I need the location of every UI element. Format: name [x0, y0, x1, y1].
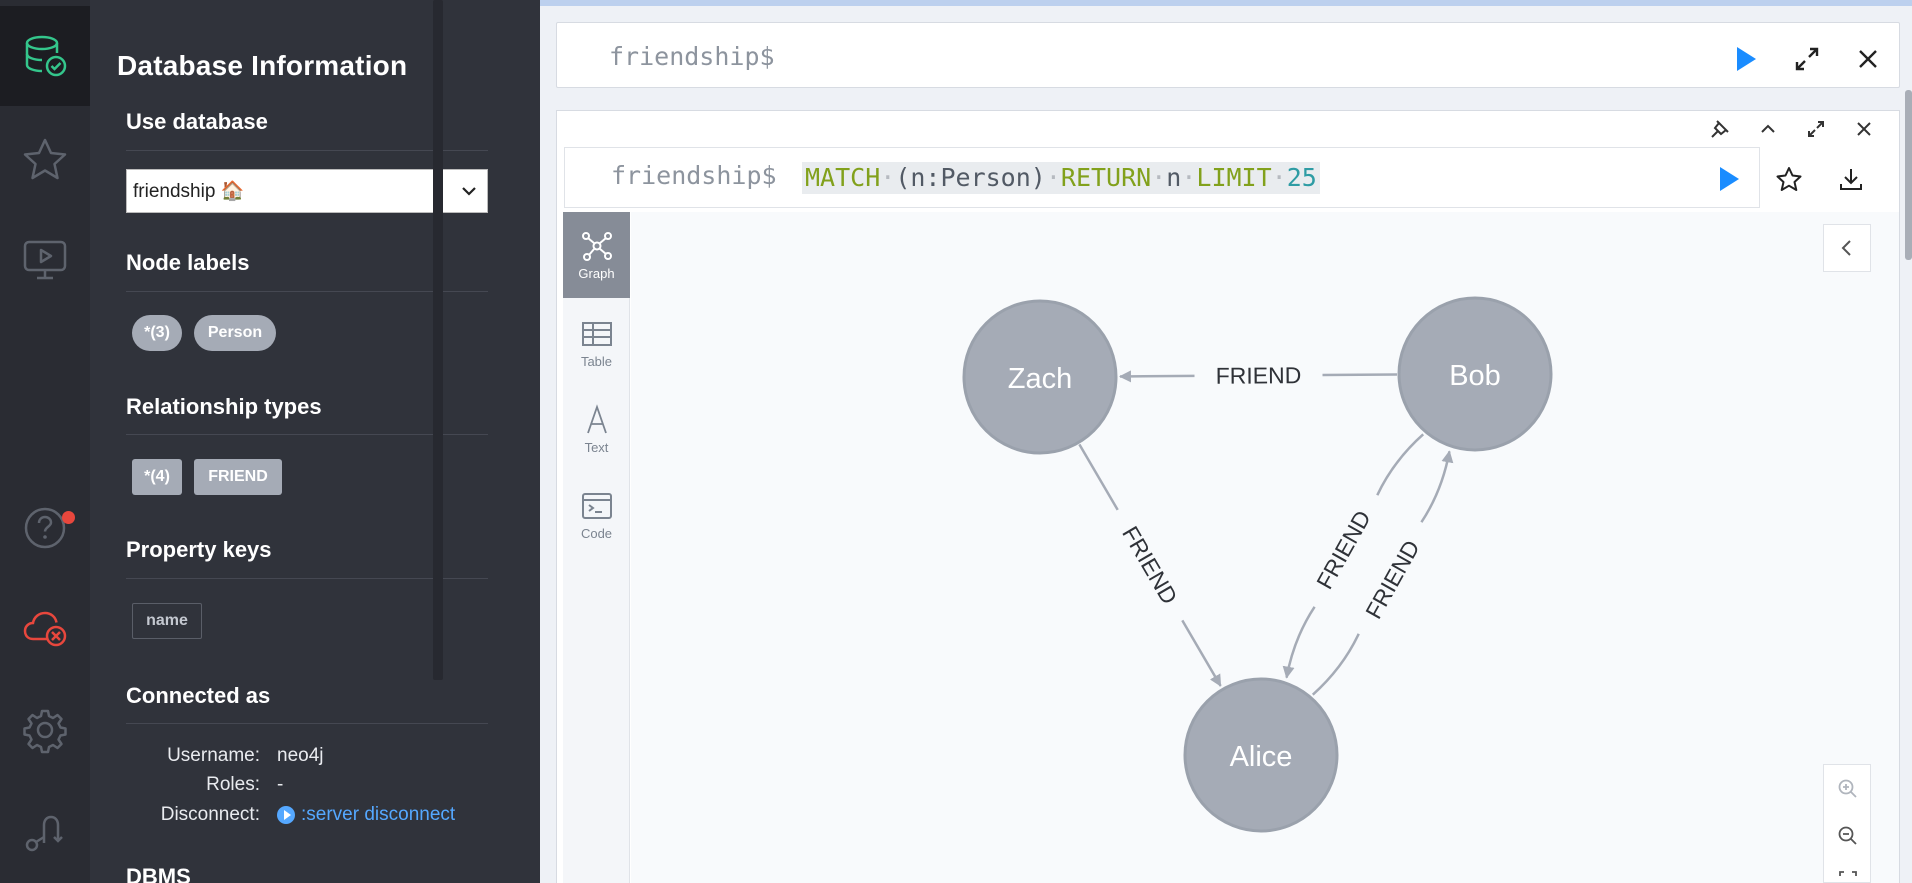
- relationship-edge[interactable]: [1322, 373, 1398, 377]
- relationship-edge[interactable]: [1376, 433, 1425, 496]
- relationship-edge[interactable]: [1181, 619, 1222, 687]
- relationship-edge[interactable]: [1311, 633, 1360, 696]
- graph-visualization: FRIENDFRIEND FRIENDFRIENDZach BobAlice: [962, 296, 1553, 833]
- zoom-out-icon[interactable]: [1836, 824, 1860, 848]
- relationship-edge[interactable]: [1420, 450, 1454, 523]
- zoom-in-icon[interactable]: [1836, 777, 1860, 801]
- relationship-label: FRIEND: [1216, 362, 1302, 389]
- relationship-edge[interactable]: [1078, 443, 1119, 511]
- relationship-edge[interactable]: [1119, 370, 1195, 383]
- graph-node-label: Zach: [1008, 363, 1072, 395]
- toggle-details-panel-button[interactable]: [1823, 224, 1871, 272]
- relationship-label: FRIEND: [1360, 536, 1425, 623]
- graph-node-label: Bob: [1449, 360, 1501, 392]
- relationship-label: FRIEND: [1311, 506, 1376, 593]
- chevron-left-icon: [1841, 240, 1851, 256]
- graph-node-label: Alice: [1230, 741, 1293, 773]
- fit-to-screen-icon[interactable]: [1836, 868, 1860, 883]
- relationship-label: FRIEND: [1117, 522, 1183, 609]
- zoom-controls: [1823, 764, 1871, 883]
- relationship-edge[interactable]: [1282, 606, 1316, 679]
